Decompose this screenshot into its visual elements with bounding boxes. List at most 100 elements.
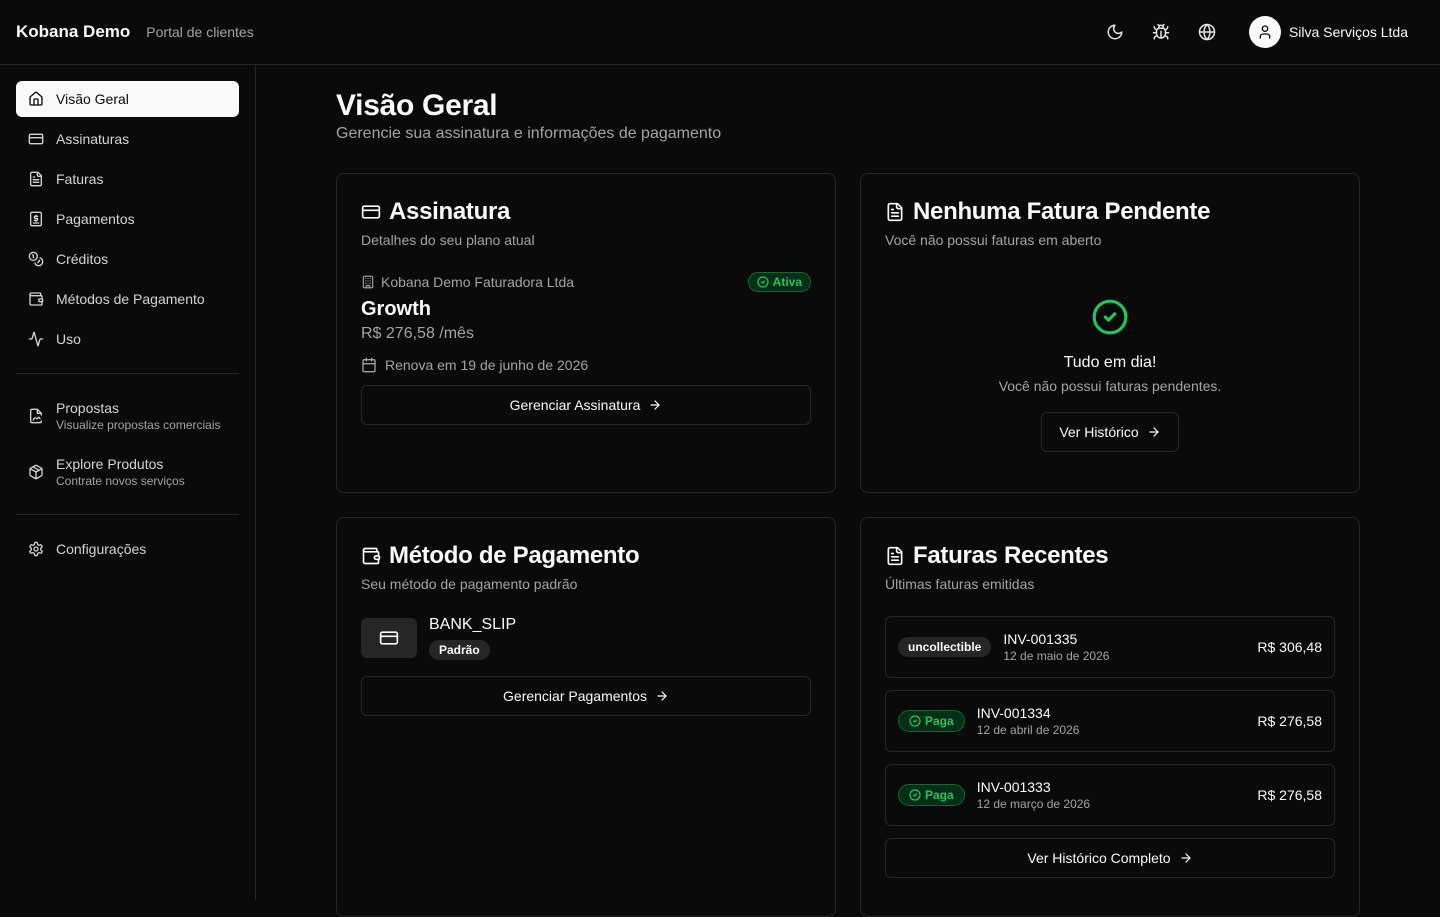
status-badge: Paga	[898, 710, 965, 732]
wallet-icon	[28, 291, 44, 307]
invoice-id: INV-001334	[976, 705, 1051, 721]
file-text-icon	[28, 171, 44, 187]
user-menu[interactable]: Silva Serviços Ltda	[1248, 16, 1424, 48]
status-badge-label: Ativa	[772, 275, 802, 289]
package-icon	[28, 464, 44, 480]
bug-icon	[1152, 23, 1170, 41]
calendar-icon	[361, 357, 377, 373]
invoice-info: INV-001334 12 de abril de 2026	[977, 705, 1080, 737]
check-circle-icon	[909, 789, 921, 801]
invoice-list: uncollectible INV-001335 12 de maio de 2…	[885, 616, 1335, 826]
card-title-text: Faturas Recentes	[913, 542, 1109, 569]
wallet-icon	[361, 546, 381, 566]
sidebar-item-propostas[interactable]: Propostas Visualize propostas comerciais	[16, 390, 239, 442]
organization-name: Kobana Demo Faturadora Ltda	[381, 274, 575, 290]
invoice-info: INV-001335 12 de maio de 2026	[1003, 631, 1109, 663]
sidebar-item-assinaturas[interactable]: Assinaturas	[16, 121, 239, 157]
renewal-text: Renova em 19 de junho de 2026	[385, 357, 589, 373]
button-label: Gerenciar Assinatura	[509, 397, 641, 413]
sidebar-item-label: Pagamentos	[56, 211, 135, 227]
sidebar-item-text: Propostas Visualize propostas comerciais	[56, 400, 221, 432]
credit-card-icon	[28, 131, 44, 147]
invoice-info: INV-001333 12 de março de 2026	[977, 779, 1090, 811]
invoice-id: INV-001335	[1003, 631, 1078, 647]
sidebar-item-faturas[interactable]: Faturas	[16, 161, 239, 197]
invoice-row[interactable]: Paga INV-001333 12 de março de 2026 R$ 2…	[885, 764, 1335, 826]
arrow-right-icon	[655, 689, 669, 703]
check-circle-icon	[1091, 298, 1129, 336]
language-button[interactable]	[1189, 14, 1225, 50]
page-subtitle: Gerencie sua assinatura e informações de…	[336, 125, 722, 142]
arrow-right-icon	[648, 398, 662, 412]
page-title: Visão Geral	[336, 89, 498, 122]
status-badge: uncollectible	[898, 637, 992, 657]
status-badge-label: Paga	[925, 714, 954, 728]
file-text-icon	[885, 546, 905, 566]
sidebar-item-label: Propostas	[56, 400, 120, 416]
card-title: Assinatura	[361, 198, 811, 226]
check-circle-icon	[909, 715, 921, 727]
sidebar-item-metodos-de-pagamento[interactable]: Métodos de Pagamento	[16, 281, 239, 317]
subscription-card: Assinatura Detalhes do seu plano atual K…	[336, 173, 836, 493]
invoice-row[interactable]: Paga INV-001334 12 de abril de 2026 R$ 2…	[885, 690, 1335, 752]
theme-toggle-button[interactable]	[1097, 14, 1133, 50]
card-subtitle: Você não possui faturas em aberto	[885, 232, 1102, 248]
manage-subscription-button[interactable]: Gerenciar Assinatura	[361, 385, 811, 425]
invoice-row[interactable]: uncollectible INV-001335 12 de maio de 2…	[885, 616, 1335, 678]
main-content: Visão Geral Gerencie sua assinatura e in…	[336, 65, 1360, 143]
sidebar-item-label: Explore Produtos	[56, 456, 164, 472]
globe-icon	[1198, 23, 1216, 41]
card-subtitle: Últimas faturas emitidas	[885, 576, 1035, 592]
file-text-icon	[885, 202, 905, 222]
payment-method-name: BANK_SLIP	[429, 616, 517, 633]
plan-name: Growth	[361, 298, 431, 320]
manage-payments-button[interactable]: Gerenciar Pagamentos	[361, 676, 811, 716]
brand-name[interactable]: Kobana Demo	[16, 22, 130, 42]
sidebar-item-label: Uso	[56, 331, 81, 347]
view-full-history-button[interactable]: Ver Histórico Completo	[885, 838, 1335, 878]
empty-state-description: Você não possui faturas pendentes.	[998, 378, 1222, 394]
arrow-right-icon	[1179, 851, 1193, 865]
sidebar-item-label: Configurações	[56, 541, 147, 557]
plan-price: R$ 276,58 /mês	[361, 325, 474, 342]
sidebar-item-uso[interactable]: Uso	[16, 321, 239, 357]
top-bar: Kobana Demo Portal de clientes Silva Ser…	[0, 0, 1440, 65]
sidebar-divider	[16, 373, 239, 374]
invoice-id: INV-001333	[976, 779, 1051, 795]
sidebar-item-visao-geral[interactable]: Visão Geral	[16, 81, 239, 117]
card-subtitle: Seu método de pagamento padrão	[361, 576, 578, 592]
credit-card-icon	[379, 628, 399, 648]
payment-method-row: BANK_SLIP Padrão	[361, 616, 811, 660]
invoice-date: 12 de abril de 2026	[976, 723, 1080, 737]
sidebar-item-explore-produtos[interactable]: Explore Produtos Contrate novos serviços	[16, 446, 239, 498]
pending-invoices-card: Nenhuma Fatura Pendente Você não possui …	[860, 173, 1360, 493]
invoice-date: 12 de março de 2026	[976, 797, 1091, 811]
activity-icon	[28, 331, 44, 347]
card-title: Método de Pagamento	[361, 542, 811, 570]
invoice-date: 12 de maio de 2026	[1003, 649, 1110, 663]
card-title-text: Assinatura	[389, 198, 511, 225]
debug-button[interactable]	[1143, 14, 1179, 50]
avatar	[1248, 16, 1281, 48]
building-icon	[361, 275, 375, 289]
user-icon	[1257, 24, 1273, 40]
sidebar-item-creditos[interactable]: Créditos	[16, 241, 239, 277]
status-badge: Paga	[898, 784, 965, 806]
credit-card-icon	[361, 202, 381, 222]
gear-icon	[28, 541, 44, 557]
default-badge: Padrão	[429, 640, 490, 660]
sidebar: Visão Geral Assinaturas Faturas Pagament…	[0, 65, 256, 900]
button-label: Ver Histórico	[1059, 424, 1139, 440]
sidebar-item-label: Métodos de Pagamento	[56, 291, 205, 307]
status-badge-label: Paga	[925, 788, 954, 802]
button-label: Gerenciar Pagamentos	[503, 688, 647, 704]
coins-icon	[28, 251, 44, 267]
sidebar-item-label: Assinaturas	[56, 131, 130, 147]
card-title-text: Método de Pagamento	[389, 542, 640, 569]
home-icon	[28, 91, 44, 107]
recent-invoices-card: Faturas Recentes Últimas faturas emitida…	[860, 517, 1360, 917]
sidebar-item-configuracoes[interactable]: Configurações	[16, 531, 239, 567]
view-history-button[interactable]: Ver Histórico	[1041, 412, 1179, 452]
sidebar-item-pagamentos[interactable]: Pagamentos	[16, 201, 239, 237]
card-title: Faturas Recentes	[885, 542, 1335, 570]
